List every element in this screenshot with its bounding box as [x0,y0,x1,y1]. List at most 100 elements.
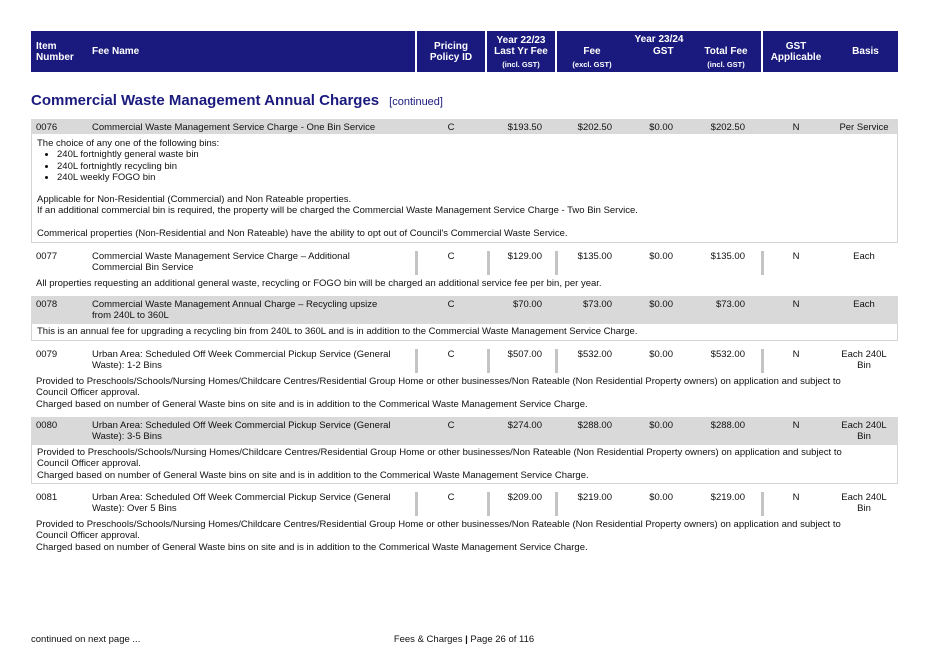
row-total-fee: $73.00 [715,299,745,310]
header-fee-excl-gst: (excl. GST) [572,60,612,69]
header-pricing-policy: Pricing Policy ID [417,31,485,72]
row-fee-name-line2: Waste): Over 5 Bins [92,503,177,514]
row-fee-name-line1: Urban Area: Scheduled Off Week Commercia… [92,349,391,360]
row-fee: $532.00 [577,349,612,360]
row-gst: $0.00 [649,299,673,310]
header-current-year-group: Year 23/24 Fee (excl. GST) GST Total Fee… [557,31,761,72]
row-gst-applicable: N [792,420,800,431]
row-fee-name-line2: Commercial Bin Service [92,262,194,273]
header-item-number-line1: Item [36,40,57,52]
description-text: Commerical properties (Non-Residential a… [37,227,568,239]
row-gst-applicable: N [792,122,800,133]
row-total-fee: $202.50 [710,122,745,133]
header-gst: GST [653,46,674,57]
row-item-number: 0077 [36,251,58,262]
header-fee-name: Fee Name [92,46,140,57]
header-item-number-line2: Number [36,51,74,63]
bin-options-list: 240L fortnightly general waste bin 240L … [37,149,892,183]
row-gst: $0.00 [649,349,673,360]
table-header: Item Number Fee Name Pricing Policy ID Y… [31,31,898,72]
row-basis: Each [853,251,875,262]
description-text: Charged based on number of General Waste… [36,398,588,410]
row-fee: $288.00 [577,420,612,431]
header-gst-applicable: GST Applicable [763,41,829,63]
table-row: 0080 Urban Area: Scheduled Off Week Comm… [31,417,898,445]
description-text: All properties requesting an additional … [36,278,602,289]
description-text: This is an annual fee for upgrading a re… [37,326,638,337]
header-total-fee: Total Fee (incl. GST) [691,46,761,70]
row-fee-name-line2: from 240L to 360L [92,310,169,321]
table-row: 0081 Urban Area: Scheduled Off Week Comm… [31,489,898,517]
row-item-number: 0076 [36,122,58,133]
header-gst-app-line2: Applicable [770,51,822,63]
list-item: 240L weekly FOGO bin [57,172,892,183]
description-text: Provided to Preschools/Schools/Nursing H… [36,519,841,530]
row-fee-name: Commercial Waste Management Service Char… [92,251,350,273]
row-fee-name-line1: Urban Area: Scheduled Off Week Commercia… [92,420,391,431]
row-item-number: 0081 [36,492,58,503]
header-year-prev: Year 22/23 [496,34,546,46]
row-description: Provided to Preschools/Schools/Nursing H… [31,519,898,555]
list-item: 240L fortnightly general waste bin [57,149,892,160]
description-text: Council Officer approval. [36,530,140,542]
row-fee-name: Urban Area: Scheduled Off Week Commercia… [92,349,391,371]
row-gst-applicable: N [792,349,800,360]
row-fee-name-line1: Commercial Waste Management Annual Charg… [92,299,378,310]
row-gst-applicable: N [792,492,800,503]
row-basis-line2: Bin [857,503,871,514]
row-fee: $135.00 [577,251,612,262]
header-year-curr: Year 23/24 [634,34,684,45]
row-basis-line2: Bin [857,431,871,442]
description-text: Council Officer approval. [37,458,141,470]
page-footer: Fees & Charges | Page 26 of 116 [0,634,928,645]
row-item-number: 0079 [36,349,58,360]
row-pricing-policy: C [447,122,455,133]
section-title-text: Commercial Waste Management Annual Charg… [31,92,380,109]
description-text: If an additional commercial bin is requi… [37,205,638,217]
row-gst-applicable: N [792,299,800,310]
row-gst: $0.00 [649,420,673,431]
row-pricing-policy: C [447,492,455,503]
row-last-yr-fee: $507.00 [507,349,542,360]
table-row: 0076 Commercial Waste Management Service… [31,119,898,134]
row-fee-name: Urban Area: Scheduled Off Week Commercia… [92,420,391,442]
row-basis: Per Service [839,122,889,133]
header-last-year: Year 22/23 Last Yr Fee (incl. GST) [487,31,555,72]
header-item-fee-group: Item Number Fee Name [31,31,415,72]
description-text: Provided to Preschools/Schools/Nursing H… [36,376,841,387]
header-basis: Basis [852,46,879,57]
description-text: Provided to Preschools/Schools/Nursing H… [37,447,842,458]
row-total-fee: $532.00 [710,349,745,360]
row-description: This is an annual fee for upgrading a re… [31,324,898,341]
row-description: The choice of any one of the following b… [31,134,898,243]
table-row: 0078 Commercial Waste Management Annual … [31,296,898,324]
header-pricing-line2: Policy ID [429,51,473,63]
header-gst-app-line1: GST [785,40,807,52]
header-gst-basis-group: GST Applicable Basis [763,31,898,72]
row-basis-line1: Each 240L [841,420,887,431]
header-last-incl-gst: (incl. GST) [502,59,540,69]
footer-doc-title: Fees & Charges [393,634,463,645]
row-basis-line1: Each 240L [841,349,887,360]
row-basis: Each 240L Bin [831,349,897,371]
row-fee: $202.50 [577,122,612,133]
row-description: Provided to Preschools/Schools/Nursing H… [31,445,898,484]
row-basis: Each [853,299,875,310]
row-fee-name-line2: Waste): 3-5 Bins [92,431,162,442]
row-total-fee: $135.00 [710,251,745,262]
row-last-yr-fee: $129.00 [507,251,542,262]
row-fee-name: Urban Area: Scheduled Off Week Commercia… [92,492,391,514]
row-fee: $219.00 [577,492,612,503]
row-last-yr-fee: $193.50 [507,122,542,133]
header-total-incl-gst: (incl. GST) [707,60,745,69]
row-fee-name: Commercial Waste Management Service Char… [92,122,376,133]
description-intro: The choice of any one of the following b… [37,138,220,149]
row-item-number: 0078 [36,299,58,310]
row-gst-applicable: N [792,251,800,262]
header-total-fee-label: Total Fee [704,46,748,57]
list-item: 240L fortnightly recycling bin [57,161,892,172]
header-pricing-line1: Pricing [434,40,468,52]
row-gst: $0.00 [649,251,673,262]
row-fee-name-line2: Waste): 1-2 Bins [92,360,162,371]
row-description: Provided to Preschools/Schools/Nursing H… [31,376,898,412]
